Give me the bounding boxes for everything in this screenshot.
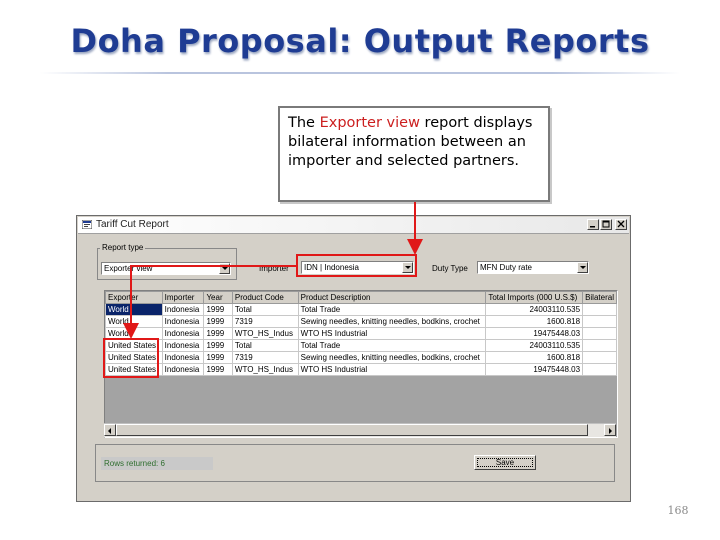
table-cell[interactable]: 1999 bbox=[203, 303, 233, 316]
table-cell[interactable]: Total bbox=[231, 339, 299, 352]
table-cell[interactable]: World bbox=[105, 303, 163, 316]
table-cell[interactable]: Indonesia bbox=[161, 351, 205, 364]
chevron-down-icon[interactable] bbox=[402, 262, 413, 273]
importer-value: IDN | Indonesia bbox=[304, 263, 359, 272]
results-table: Exporter Importer Year Product Code Prod… bbox=[105, 291, 617, 376]
table-cell[interactable]: WTO HS Industrial bbox=[297, 363, 487, 376]
column-header[interactable]: Importer bbox=[161, 291, 205, 304]
title-divider bbox=[40, 72, 680, 74]
app-icon bbox=[82, 220, 92, 229]
table-row[interactable]: World Indonesia 1999 7319 Sewing needles… bbox=[105, 315, 617, 328]
table-cell[interactable]: Indonesia bbox=[161, 363, 205, 376]
scroll-left-icon[interactable] bbox=[104, 424, 116, 436]
table-cell[interactable]: World bbox=[105, 315, 163, 328]
tariff-cut-report-window: Tariff Cut Report Report type Exporter v… bbox=[76, 215, 631, 502]
table-cell[interactable]: 7319 bbox=[231, 351, 299, 364]
table-cell[interactable]: Indonesia bbox=[161, 303, 205, 316]
report-type-label: Report type bbox=[100, 243, 146, 252]
report-type-select[interactable]: Exporter view bbox=[101, 262, 231, 275]
close-button[interactable] bbox=[615, 219, 627, 230]
table-cell[interactable]: Total Trade bbox=[297, 303, 487, 316]
scrollbar-thumb[interactable] bbox=[116, 424, 588, 436]
table-cell[interactable]: 1600.818 bbox=[485, 351, 584, 364]
table-cell[interactable]: 1999 bbox=[203, 351, 233, 364]
chevron-down-icon[interactable] bbox=[219, 263, 230, 274]
table-cell[interactable]: 1999 bbox=[203, 327, 233, 340]
table-cell[interactable]: 1999 bbox=[203, 315, 233, 328]
importer-select[interactable]: IDN | Indonesia bbox=[301, 261, 414, 274]
column-header[interactable]: Product Description bbox=[297, 291, 487, 304]
table-cell[interactable] bbox=[582, 351, 617, 364]
duty-type-value: MFN Duty rate bbox=[480, 263, 533, 272]
table-cell[interactable]: WTO HS Industrial bbox=[297, 327, 487, 340]
table-cell[interactable]: WTO_HS_Indus bbox=[231, 327, 299, 340]
minimize-icon bbox=[590, 226, 595, 228]
callout-text-pre: The bbox=[288, 115, 320, 131]
table-cell[interactable] bbox=[582, 339, 617, 352]
table-cell[interactable]: 24003110.535 bbox=[485, 303, 584, 316]
slide-title: Doha Proposal: Output Reports bbox=[70, 22, 650, 60]
table-cell[interactable]: 19475448.03 bbox=[485, 327, 584, 340]
column-header[interactable]: Exporter bbox=[105, 291, 163, 304]
window-titlebar[interactable]: Tariff Cut Report bbox=[78, 217, 629, 234]
maximize-button[interactable] bbox=[600, 219, 612, 230]
rows-returned-status: Rows returned: 6 bbox=[101, 457, 213, 470]
table-cell[interactable]: United States bbox=[105, 363, 163, 376]
table-cell[interactable] bbox=[582, 315, 617, 328]
table-row[interactable]: United States Indonesia 1999 Total Total… bbox=[105, 339, 617, 352]
column-header[interactable]: Product Code bbox=[231, 291, 299, 304]
report-type-value: Exporter view bbox=[104, 264, 153, 273]
minimize-button[interactable] bbox=[587, 219, 599, 230]
maximize-icon bbox=[602, 220, 610, 228]
table-row[interactable]: United States Indonesia 1999 7319 Sewing… bbox=[105, 351, 617, 364]
table-cell[interactable] bbox=[582, 327, 617, 340]
callout-box: The Exporter view report displays bilate… bbox=[278, 106, 550, 202]
table-cell[interactable]: 1600.818 bbox=[485, 315, 584, 328]
table-cell[interactable]: 1999 bbox=[203, 339, 233, 352]
table-cell[interactable]: Sewing needles, knitting needles, bodkin… bbox=[297, 351, 487, 364]
table-cell[interactable]: Total bbox=[231, 303, 299, 316]
table-cell[interactable] bbox=[582, 363, 617, 376]
table-row[interactable]: United States Indonesia 1999 WTO_HS_Indu… bbox=[105, 363, 617, 376]
table-cell[interactable]: 19475448.03 bbox=[485, 363, 584, 376]
page-number: 168 bbox=[667, 504, 689, 517]
table-cell[interactable]: United States bbox=[105, 351, 163, 364]
table-row[interactable]: World Indonesia 1999 Total Total Trade 2… bbox=[105, 303, 617, 316]
table-cell[interactable]: 24003110.535 bbox=[485, 339, 584, 352]
table-cell[interactable]: United States bbox=[105, 339, 163, 352]
horizontal-scrollbar[interactable] bbox=[104, 423, 616, 437]
table-cell[interactable]: Sewing needles, knitting needles, bodkin… bbox=[297, 315, 487, 328]
callout-highlight: Exporter view bbox=[319, 115, 420, 131]
chevron-down-icon[interactable] bbox=[577, 262, 588, 273]
column-header[interactable]: Year bbox=[203, 291, 233, 304]
table-cell[interactable]: Total Trade bbox=[297, 339, 487, 352]
table-cell[interactable]: Indonesia bbox=[161, 327, 205, 340]
table-cell[interactable]: Indonesia bbox=[161, 315, 205, 328]
window-title: Tariff Cut Report bbox=[96, 219, 169, 230]
table-cell[interactable] bbox=[582, 303, 617, 316]
table-header-row: Exporter Importer Year Product Code Prod… bbox=[105, 291, 617, 304]
table-cell[interactable]: 7319 bbox=[231, 315, 299, 328]
results-grid[interactable]: Exporter Importer Year Product Code Prod… bbox=[104, 290, 618, 438]
duty-type-select[interactable]: MFN Duty rate bbox=[477, 261, 589, 274]
scroll-right-icon[interactable] bbox=[604, 424, 616, 436]
table-cell[interactable]: Indonesia bbox=[161, 339, 205, 352]
table-row[interactable]: World Indonesia 1999 WTO_HS_Indus WTO HS… bbox=[105, 327, 617, 340]
importer-label: Importer bbox=[259, 264, 289, 273]
table-cell[interactable]: 1999 bbox=[203, 363, 233, 376]
duty-type-label: Duty Type bbox=[432, 264, 468, 273]
column-header[interactable]: Total Imports (000 U.S.$) bbox=[485, 291, 584, 304]
table-cell[interactable]: WTO_HS_Indus bbox=[231, 363, 299, 376]
table-cell[interactable]: World bbox=[105, 327, 163, 340]
save-button[interactable]: Save bbox=[474, 455, 536, 470]
column-header[interactable]: Bilateral bbox=[582, 291, 617, 304]
close-icon bbox=[617, 220, 625, 228]
